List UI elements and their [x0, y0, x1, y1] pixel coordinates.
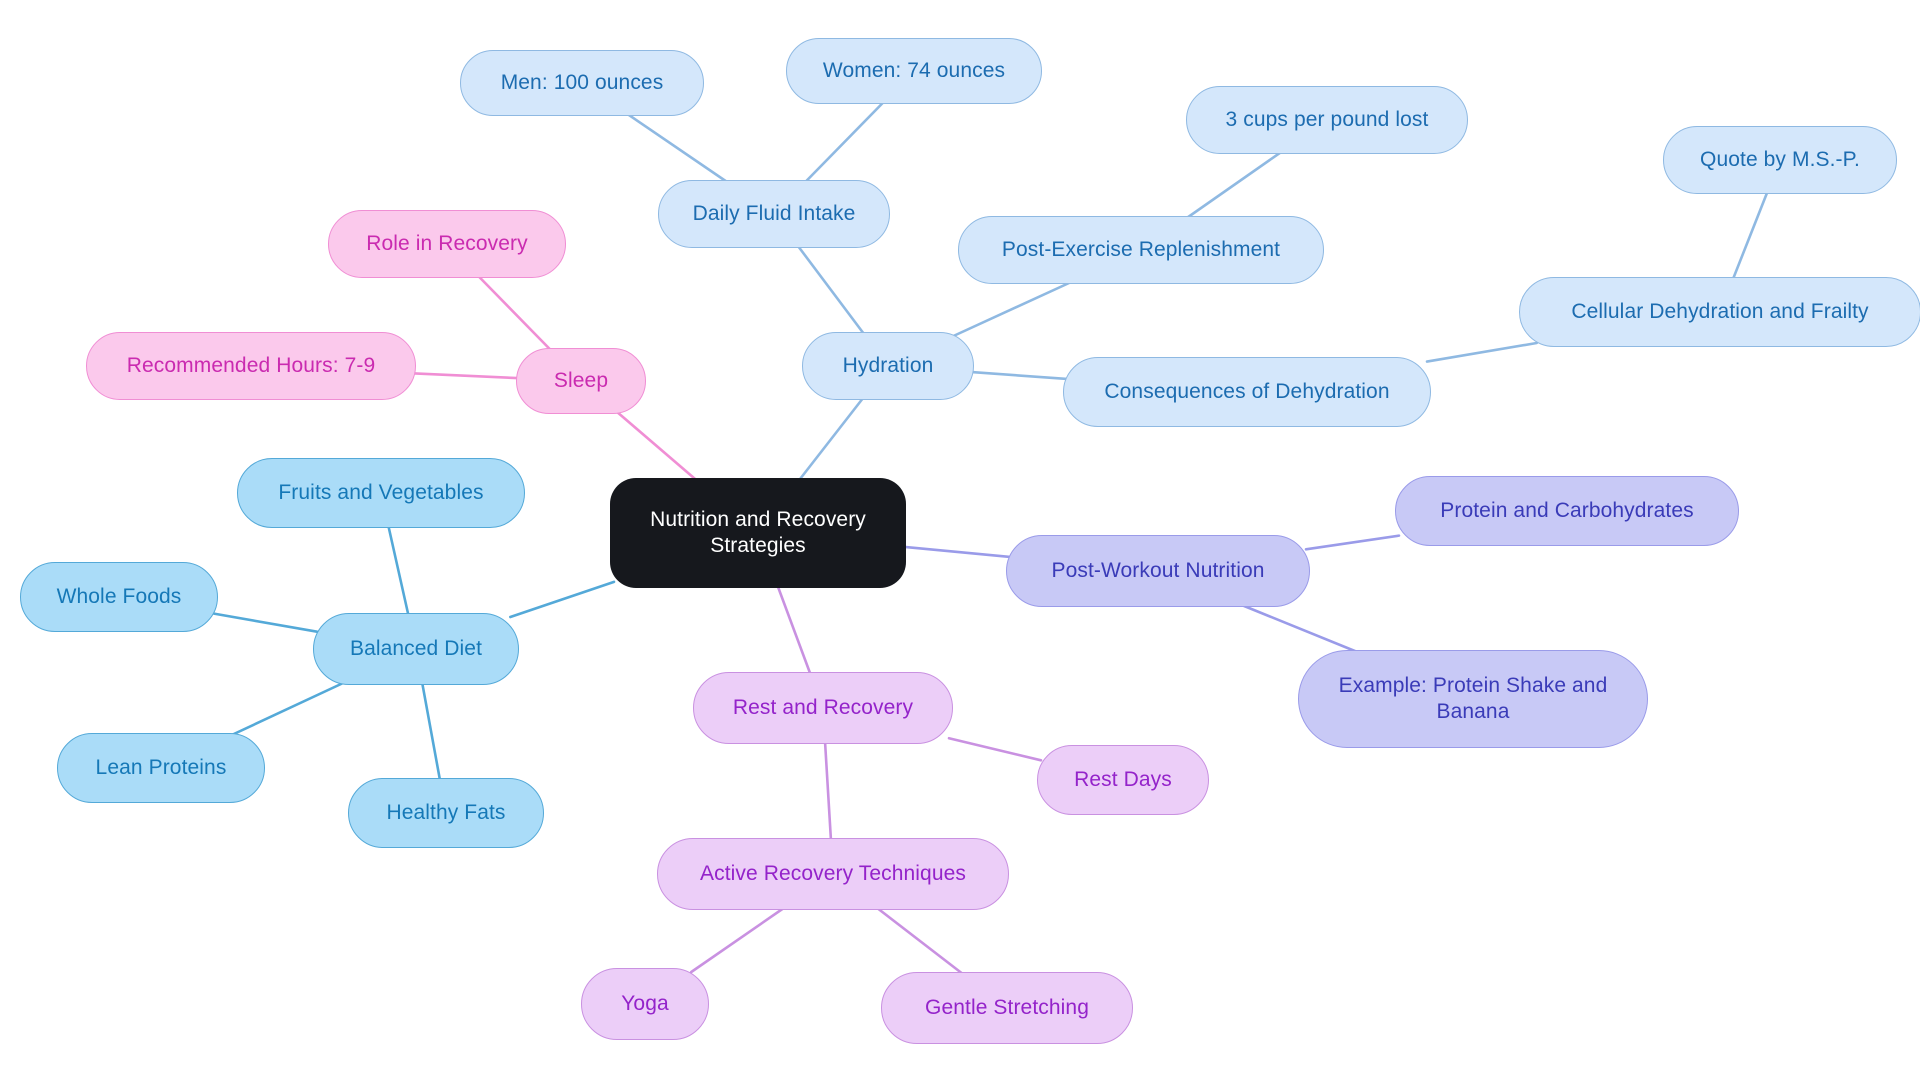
edge-sleep-role [475, 272, 554, 354]
edge-hyd-cons [968, 370, 1069, 381]
node-label: Sleep [553, 369, 609, 393]
edge-diet-lean [226, 679, 349, 739]
mindmap-node-per[interactable]: Post-Exercise Replenishment [958, 216, 1324, 284]
node-label: Post-Workout Nutrition [1051, 559, 1265, 583]
mindmap-node-whole[interactable]: Whole Foods [20, 562, 218, 632]
mindmap-node-cell[interactable]: Cellular Dehydration and Frailty [1519, 277, 1920, 347]
edge-active-yoga [689, 904, 789, 974]
node-label: Example: Protein Shake and Banana [1338, 674, 1608, 723]
mindmap-node-cups[interactable]: 3 cups per pound lost [1186, 86, 1468, 154]
edge-active-stretch [873, 904, 967, 978]
node-label: Balanced Diet [349, 637, 483, 661]
edge-pwn-example [1235, 601, 1364, 656]
node-label: Nutrition and Recovery Strategies [650, 508, 866, 557]
node-label: Quote by M.S.-P. [1700, 148, 1860, 172]
mindmap-canvas: Nutrition and Recovery Strategies Hydrati… [0, 0, 1920, 1083]
edge-root-hyd [796, 394, 866, 484]
node-label: Whole Foods [56, 585, 182, 609]
node-label: Gentle Stretching [925, 996, 1089, 1020]
edge-pwn-protein [1304, 534, 1401, 551]
node-label: Rest Days [1074, 768, 1172, 792]
mindmap-node-days[interactable]: Rest Days [1037, 745, 1209, 815]
mindmap-node-rest[interactable]: Rest and Recovery [693, 672, 953, 744]
edge-cell-quote [1730, 188, 1770, 283]
edge-diet-fats [420, 679, 442, 784]
edge-diet-fruits [386, 522, 411, 619]
node-label: Men: 100 ounces [500, 71, 664, 95]
mindmap-node-dfi[interactable]: Daily Fluid Intake [658, 180, 890, 248]
edge-root-rest [775, 582, 813, 678]
node-label: Hydration [842, 354, 934, 378]
node-label: Daily Fluid Intake [692, 202, 856, 226]
root-node[interactable]: Nutrition and Recovery Strategies [610, 478, 906, 588]
edge-per-cups [1182, 148, 1286, 222]
mindmap-node-protein[interactable]: Protein and Carbohydrates [1395, 476, 1739, 546]
node-label: Lean Proteins [95, 756, 227, 780]
node-label: 3 cups per pound lost [1225, 108, 1429, 132]
edge-hyd-dfi [795, 242, 867, 338]
edge-root-sleep [613, 408, 700, 484]
node-label: Role in Recovery [366, 232, 528, 256]
mindmap-node-women[interactable]: Women: 74 ounces [786, 38, 1042, 104]
mindmap-node-example[interactable]: Example: Protein Shake and Banana [1298, 650, 1648, 748]
mindmap-node-fruits[interactable]: Fruits and Vegetables [237, 458, 525, 528]
mindmap-node-cons[interactable]: Consequences of Dehydration [1063, 357, 1431, 427]
node-label: Active Recovery Techniques [699, 862, 966, 886]
node-label: Consequences of Dehydration [1104, 380, 1390, 404]
node-label: Protein and Carbohydrates [1440, 499, 1694, 523]
mindmap-node-lean[interactable]: Lean Proteins [57, 733, 265, 803]
mindmap-node-hyd[interactable]: Hydration [802, 332, 974, 400]
edge-diet-whole [212, 612, 319, 633]
mindmap-node-quote[interactable]: Quote by M.S.-P. [1663, 126, 1897, 194]
mindmap-node-yoga[interactable]: Yoga [581, 968, 709, 1040]
edge-rest-days [947, 736, 1043, 762]
edge-dfi-women [802, 98, 887, 186]
mindmap-node-role[interactable]: Role in Recovery [328, 210, 566, 278]
node-label: Women: 74 ounces [822, 59, 1006, 83]
node-label: Yoga [621, 992, 669, 1016]
node-label: Cellular Dehydration and Frailty [1571, 300, 1869, 324]
mindmap-node-hours[interactable]: Recommended Hours: 7-9 [86, 332, 416, 400]
node-label: Rest and Recovery [732, 696, 914, 720]
mindmap-node-pwn[interactable]: Post-Workout Nutrition [1006, 535, 1310, 607]
node-label: Fruits and Vegetables [278, 481, 484, 505]
mindmap-node-stretch[interactable]: Gentle Stretching [881, 972, 1133, 1044]
mindmap-node-active[interactable]: Active Recovery Techniques [657, 838, 1009, 910]
edge-dfi-men [623, 110, 732, 186]
node-label: Post-Exercise Replenishment [1001, 238, 1281, 262]
edge-rest-active [823, 738, 833, 844]
mindmap-node-fats[interactable]: Healthy Fats [348, 778, 544, 848]
node-label: Healthy Fats [386, 801, 506, 825]
edge-root-diet [509, 580, 616, 619]
node-label: Recommended Hours: 7-9 [126, 354, 376, 378]
mindmap-node-diet[interactable]: Balanced Diet [313, 613, 519, 685]
edge-sleep-hours [410, 372, 522, 380]
edge-cons-cell [1425, 341, 1539, 363]
mindmap-node-sleep[interactable]: Sleep [516, 348, 646, 414]
mindmap-node-men[interactable]: Men: 100 ounces [460, 50, 704, 116]
edge-hyd-per [952, 278, 1077, 338]
edge-root-pwn [900, 545, 1012, 559]
